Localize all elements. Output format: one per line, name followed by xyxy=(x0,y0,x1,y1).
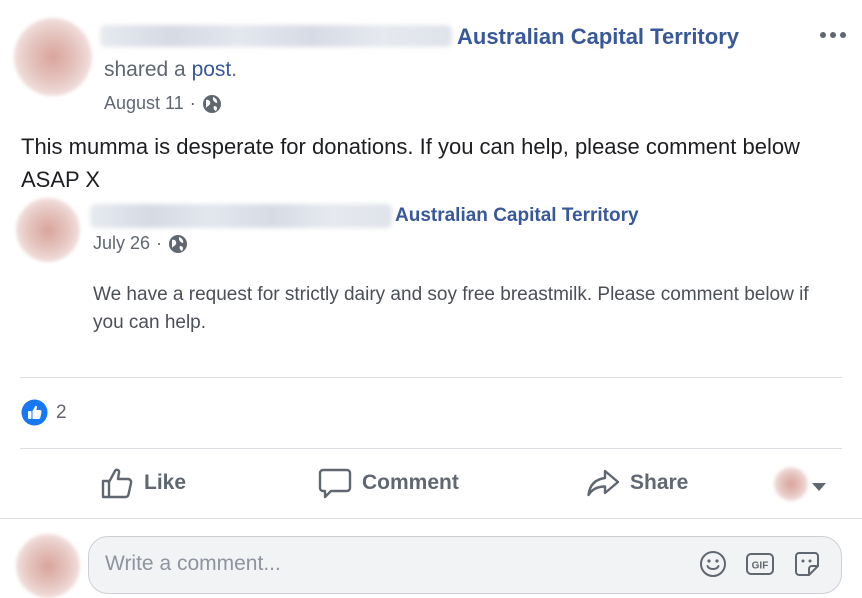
shared-post-link[interactable]: post xyxy=(192,58,232,81)
svg-text:GIF: GIF xyxy=(752,561,769,572)
emoji-icon[interactable] xyxy=(699,550,727,578)
comment-label: Comment xyxy=(362,471,459,494)
shared-author-name-redacted[interactable] xyxy=(90,204,392,228)
thumbs-up-icon xyxy=(100,467,134,499)
divider xyxy=(20,448,842,449)
commenter-avatar xyxy=(16,534,80,598)
shared-a-post-text: shared a post. xyxy=(104,58,237,82)
share-button[interactable]: Share xyxy=(586,467,688,499)
author-avatar[interactable] xyxy=(14,18,92,96)
shared-text: shared a xyxy=(104,58,186,81)
like-button[interactable]: Like xyxy=(100,467,186,499)
shared-author-avatar[interactable] xyxy=(16,198,80,262)
share-arrow-icon xyxy=(586,467,620,499)
shared-date-separator: · xyxy=(156,233,163,253)
shared-page-name-link[interactable]: Australian Capital Territory xyxy=(395,205,639,227)
reaction-count[interactable]: 2 xyxy=(56,402,67,424)
shared-post-timestamp: July 26 · xyxy=(93,233,188,254)
comment-placeholder: Write a comment... xyxy=(105,552,281,575)
post-timestamp: August 11 · xyxy=(104,93,222,114)
post-date[interactable]: August 11 xyxy=(104,93,184,114)
author-name-redacted[interactable] xyxy=(100,25,452,47)
sticker-icon[interactable] xyxy=(793,550,821,578)
shared-post-body: We have a request for strictly dairy and… xyxy=(93,284,809,333)
globe-icon xyxy=(202,94,222,114)
divider xyxy=(0,518,862,519)
comment-button[interactable]: Comment xyxy=(318,467,459,499)
globe-icon xyxy=(168,234,188,254)
post-body: This mumma is desperate for donations. I… xyxy=(21,134,800,192)
audience-selector[interactable] xyxy=(774,467,826,501)
like-label: Like xyxy=(144,471,187,494)
caret-down-icon xyxy=(812,479,826,491)
reactions-summary[interactable]: 2 xyxy=(21,399,67,426)
gif-icon[interactable]: GIF xyxy=(745,551,775,577)
more-options-icon[interactable] xyxy=(818,25,848,45)
comment-input[interactable]: Write a comment... GIF xyxy=(88,536,842,594)
page-name-link[interactable]: Australian Capital Territory xyxy=(457,24,739,50)
date-separator: · xyxy=(189,93,196,113)
like-reaction-icon xyxy=(21,399,48,426)
shared-post-date[interactable]: July 26 xyxy=(93,233,150,254)
current-user-avatar xyxy=(774,467,808,501)
shared-period: . xyxy=(231,58,238,81)
speech-bubble-icon xyxy=(318,467,352,499)
share-label: Share xyxy=(630,471,689,494)
divider xyxy=(20,377,842,378)
